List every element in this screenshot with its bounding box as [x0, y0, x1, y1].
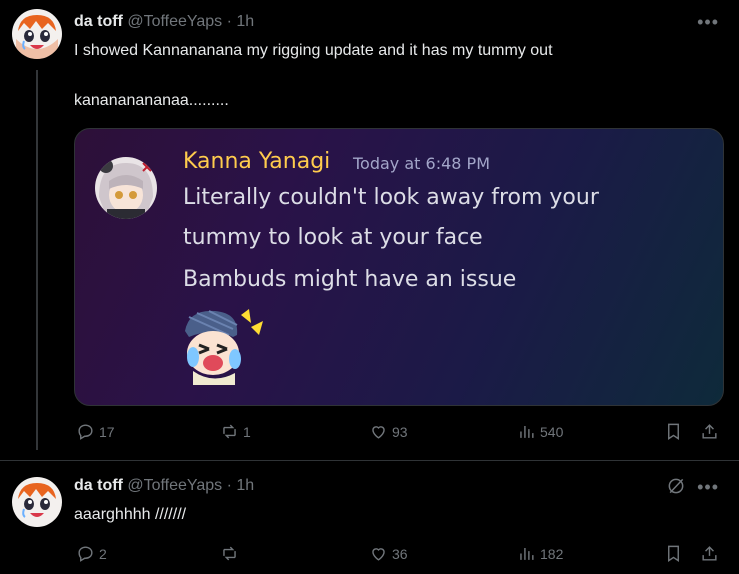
embed-message-line-1: Literally couldn't look away from your [183, 185, 599, 210]
share-icon [702, 546, 717, 561]
reply-button[interactable]: 2 [76, 544, 107, 563]
like-count: 36 [392, 545, 408, 562]
avatar[interactable] [12, 9, 62, 59]
views-chart-icon [520, 547, 534, 560]
separator-dot: · [226, 13, 232, 30]
display-name[interactable]: da toff [74, 13, 123, 30]
embed-timestamp: Today at 6:48 PM [353, 154, 490, 173]
bookmark-button[interactable] [664, 544, 683, 563]
tweet-text-line-1: I showed Kannananana my rigging update a… [74, 42, 553, 59]
bookmark-button[interactable] [664, 422, 683, 441]
more-options-icon[interactable]: ••• [697, 477, 719, 498]
embed-message-line-3: Bambuds might have an issue [183, 267, 517, 292]
more-options-icon[interactable]: ••• [697, 12, 719, 33]
timestamp[interactable]: 1h [236, 13, 254, 30]
views-count: 182 [540, 545, 564, 562]
avatar[interactable] [12, 477, 62, 527]
like-button[interactable]: 93 [369, 422, 408, 441]
separator-dot: · [226, 477, 232, 494]
views-chart-icon [520, 425, 534, 438]
tweet-text-line-1: aaarghhhh /////// [74, 506, 187, 523]
tweet-header: da toff @ToffeeYaps · 1h [74, 13, 254, 31]
embed-avatar [95, 157, 157, 219]
views-button[interactable]: 182 [517, 544, 563, 563]
embed-message-line-2: tummy to look at your face [183, 225, 483, 250]
views-count: 540 [540, 423, 564, 440]
handle[interactable]: @ToffeeYaps [127, 477, 222, 494]
avatar-image [12, 477, 62, 527]
embed-author: Kanna Yanagi [183, 149, 331, 174]
retweet-button[interactable]: 1 [220, 422, 251, 441]
share-button[interactable] [700, 544, 719, 563]
tweet-text-line-2: kanananananaa......... [74, 92, 229, 109]
tweet-actions: 17 1 93 540 [74, 422, 724, 446]
tweet-1[interactable]: da toff @ToffeeYaps · 1h ••• I showed Ka… [0, 0, 739, 460]
share-button[interactable] [700, 422, 719, 441]
tweet-header: da toff @ToffeeYaps · 1h [74, 477, 254, 495]
heart-icon [372, 548, 385, 561]
bookmark-icon [668, 423, 679, 440]
retweet-icon [223, 424, 236, 439]
emoji-sticker [179, 305, 267, 385]
tweet-actions: 2 36 182 [74, 544, 724, 568]
retweet-button[interactable] [220, 544, 243, 563]
heart-icon [372, 426, 385, 439]
timestamp[interactable]: 1h [236, 477, 254, 494]
reply-button[interactable]: 17 [76, 422, 115, 441]
retweet-icon [223, 546, 236, 561]
reply-icon [78, 546, 93, 562]
grok-icon[interactable] [666, 476, 686, 501]
avatar-image [12, 9, 62, 59]
embedded-image[interactable]: Kanna Yanagi Today at 6:48 PM Literally … [74, 128, 724, 406]
reply-icon [78, 424, 93, 440]
reply-count: 17 [99, 423, 115, 440]
views-button[interactable]: 540 [517, 422, 563, 441]
reply-count: 2 [99, 545, 107, 562]
thread-line [36, 70, 38, 450]
like-button[interactable]: 36 [369, 544, 408, 563]
retweet-count: 1 [243, 423, 251, 440]
like-count: 93 [392, 423, 408, 440]
bookmark-icon [668, 545, 679, 562]
share-icon [702, 424, 717, 439]
handle[interactable]: @ToffeeYaps [127, 13, 222, 30]
display-name[interactable]: da toff [74, 477, 123, 494]
tweet-2[interactable]: da toff @ToffeeYaps · 1h ••• aaarghhhh /… [0, 461, 739, 574]
